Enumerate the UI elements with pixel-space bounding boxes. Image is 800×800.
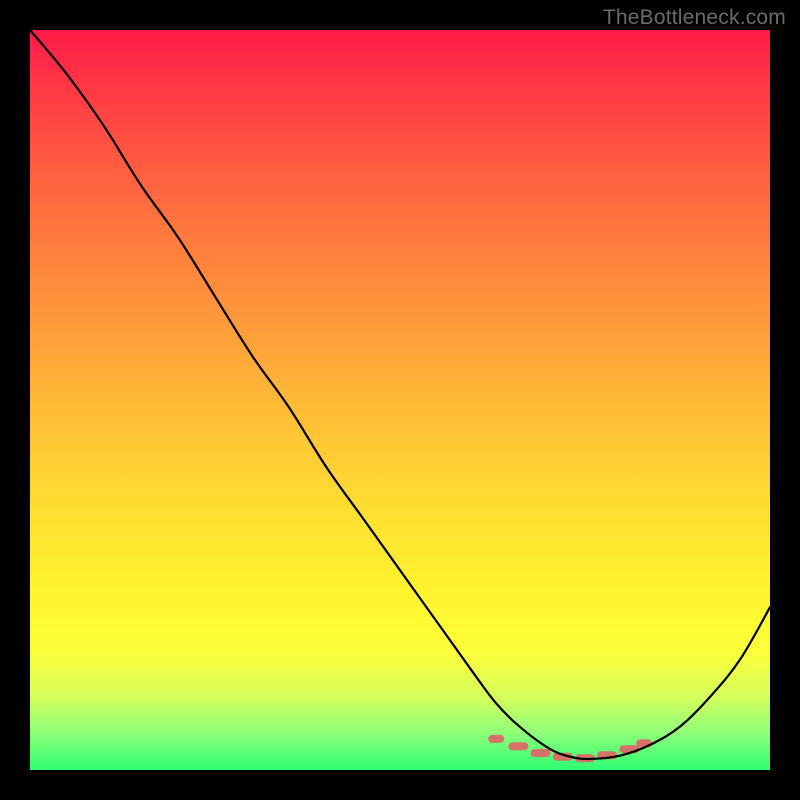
chart-stage: TheBottleneck.com xyxy=(0,0,800,800)
bottleneck-curve-path xyxy=(30,30,770,759)
watermark-text: TheBottleneck.com xyxy=(603,6,786,30)
plot-area xyxy=(30,30,770,770)
curve-svg xyxy=(30,30,770,770)
